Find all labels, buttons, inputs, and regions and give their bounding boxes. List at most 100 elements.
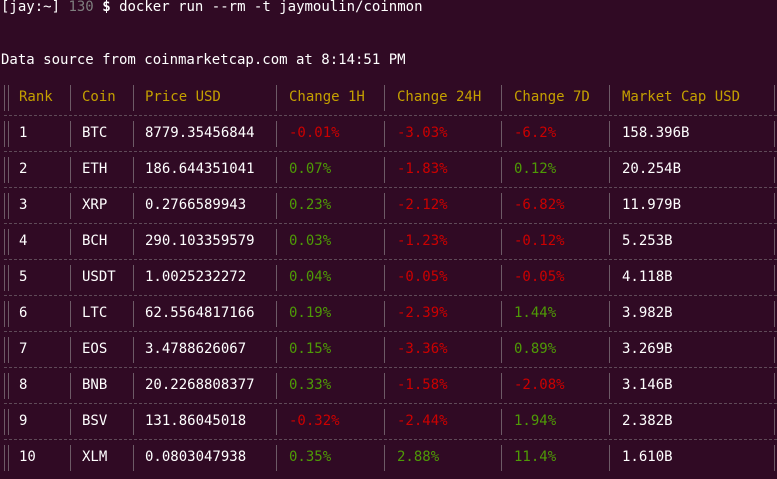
column-separator <box>70 337 71 363</box>
column-separator <box>609 157 610 183</box>
column-separator <box>774 265 775 291</box>
column-separator <box>4 445 9 471</box>
column-separator <box>501 445 502 471</box>
column-separator <box>501 85 502 111</box>
cell-rank: 4 <box>19 233 28 249</box>
cell-change-7d: 1.44% <box>514 305 557 321</box>
cell-price: 20.2268808377 <box>145 377 255 393</box>
cell-rank: 6 <box>19 305 28 321</box>
column-separator <box>501 301 502 327</box>
cell-market-cap: 11.979B <box>622 197 682 213</box>
cell-rank: 5 <box>19 269 28 285</box>
column-separator <box>774 373 775 399</box>
cell-coin: EOS <box>82 341 108 357</box>
column-separator <box>133 337 134 363</box>
cell-change-24h: -3.36% <box>397 341 448 357</box>
cell-rank: 9 <box>19 413 28 429</box>
column-separator <box>276 373 277 399</box>
column-separator <box>501 121 502 147</box>
cell-price: 3.4788626067 <box>145 341 247 357</box>
prompt-line: [jay:~] 130 $ docker run --rm -t jaymoul… <box>1 0 423 15</box>
column-header-price: Price USD <box>145 89 221 105</box>
column-separator <box>774 409 775 435</box>
column-separator <box>774 229 775 255</box>
cell-change-24h: -3.03% <box>397 125 448 141</box>
column-separator <box>4 301 9 327</box>
cell-market-cap: 3.146B <box>622 377 673 393</box>
prompt-user-host: [jay:~] <box>1 0 61 15</box>
cell-change-7d: 11.4% <box>514 449 557 465</box>
cell-change-24h: -1.83% <box>397 161 448 177</box>
column-separator <box>501 265 502 291</box>
table-row: 3 XRP 0.2766589943 0.23% -2.12% -6.82% 11.979B <box>4 188 777 224</box>
data-source-line: Data source from coinmarketcap.com at 8:… <box>1 52 406 68</box>
column-separator <box>501 229 502 255</box>
cell-change-24h: -2.12% <box>397 197 448 213</box>
column-separator <box>276 409 277 435</box>
column-separator <box>774 85 775 111</box>
cell-change-1h: 0.15% <box>289 341 332 357</box>
column-separator <box>774 157 775 183</box>
column-separator <box>774 337 775 363</box>
column-separator <box>384 445 385 471</box>
prompt-dollar: $ <box>102 0 111 15</box>
cell-price: 1.0025232272 <box>145 269 247 285</box>
column-separator <box>501 373 502 399</box>
cell-change-7d: -0.12% <box>514 233 565 249</box>
table-row: 8 BNB 20.2268808377 0.33% -1.58% -2.08% 3.146B <box>4 368 777 404</box>
column-separator <box>70 409 71 435</box>
coin-table: Rank Coin Price USD Change 1H Change 24H Chan… <box>4 80 777 476</box>
cell-market-cap: 5.253B <box>622 233 673 249</box>
column-separator <box>4 337 9 363</box>
cell-change-1h: 0.04% <box>289 269 332 285</box>
table-row: 7 EOS 3.4788626067 0.15% -3.36% 0.89% 3.269B <box>4 332 777 368</box>
cell-price: 290.103359579 <box>145 233 255 249</box>
table-header-row: Rank Coin Price USD Change 1H Change 24H Chan… <box>4 80 777 116</box>
column-separator <box>133 373 134 399</box>
column-separator <box>384 301 385 327</box>
column-separator <box>501 337 502 363</box>
terminal-window[interactable]: [jay:~] 130 $ docker run --rm -t jaymoul… <box>0 0 777 479</box>
column-separator <box>276 445 277 471</box>
column-separator <box>133 229 134 255</box>
cell-change-7d: 1.94% <box>514 413 557 429</box>
column-separator <box>501 193 502 219</box>
column-separator <box>70 121 71 147</box>
cell-change-1h: 0.23% <box>289 197 332 213</box>
column-separator <box>774 445 775 471</box>
cell-market-cap: 4.118B <box>622 269 673 285</box>
column-separator <box>133 85 134 111</box>
column-separator <box>276 121 277 147</box>
column-separator <box>384 157 385 183</box>
cell-change-1h: 0.03% <box>289 233 332 249</box>
column-separator <box>276 301 277 327</box>
column-separator <box>276 193 277 219</box>
cell-change-1h: -0.32% <box>289 413 340 429</box>
column-separator <box>133 445 134 471</box>
column-header-market-cap: Market Cap USD <box>622 89 741 105</box>
table-row: 9 BSV 131.86045018 -0.32% -2.44% 1.94% 2.382B <box>4 404 777 440</box>
column-separator <box>384 193 385 219</box>
column-separator <box>133 265 134 291</box>
cell-market-cap: 20.254B <box>622 161 682 177</box>
column-separator <box>609 121 610 147</box>
column-header-coin: Coin <box>82 89 116 105</box>
column-separator <box>384 85 385 111</box>
column-separator <box>4 265 9 291</box>
cell-price: 186.644351041 <box>145 161 255 177</box>
cell-change-7d: 0.89% <box>514 341 557 357</box>
table-row: 1 BTC 8779.35456844 -0.01% -3.03% -6.2% 158.39… <box>4 116 777 152</box>
column-separator <box>609 373 610 399</box>
column-separator <box>4 157 9 183</box>
cell-change-1h: -0.01% <box>289 125 340 141</box>
column-separator <box>609 229 610 255</box>
cell-price: 131.86045018 <box>145 413 247 429</box>
command-text: docker run --rm -t jaymoulin/coinmon <box>119 0 423 15</box>
table-row: 6 LTC 62.5564817166 0.19% -2.39% 1.44% 3.982B <box>4 296 777 332</box>
cell-change-7d: -6.2% <box>514 125 557 141</box>
cell-rank: 7 <box>19 341 28 357</box>
cell-price: 62.5564817166 <box>145 305 255 321</box>
cell-coin: ETH <box>82 161 108 177</box>
cell-market-cap: 2.382B <box>622 413 673 429</box>
cell-market-cap: 3.269B <box>622 341 673 357</box>
